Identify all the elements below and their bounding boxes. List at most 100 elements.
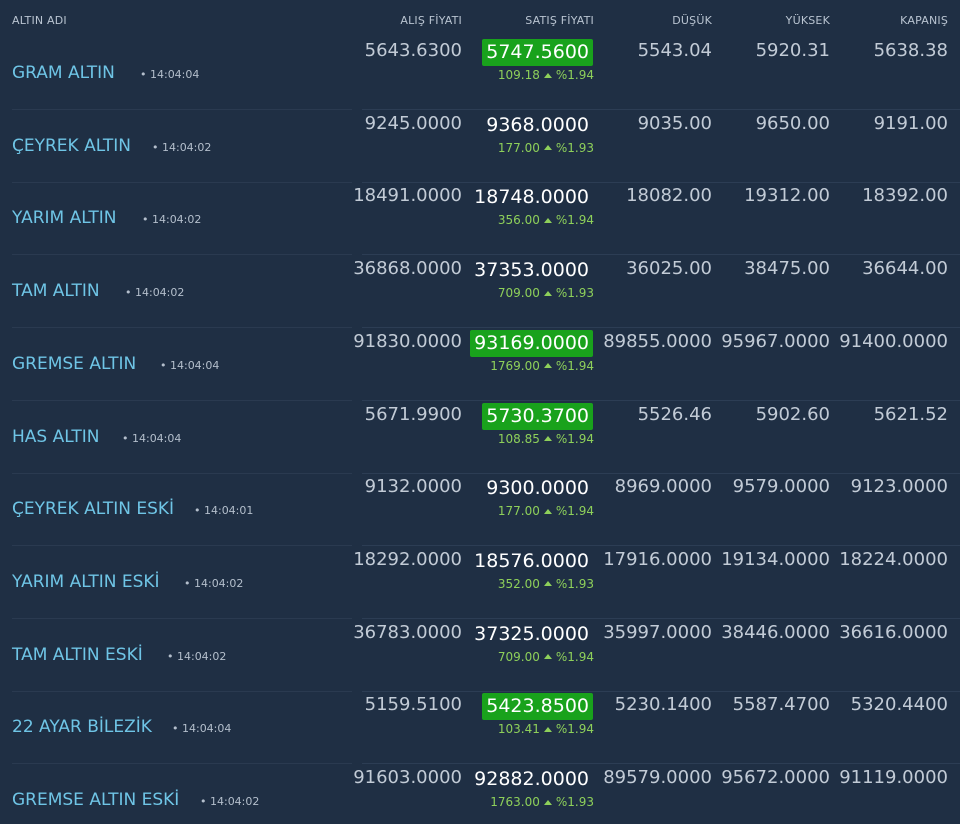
- gold-name-link[interactable]: 22 AYAR BİLEZİK: [12, 717, 152, 737]
- change-percent: %1.94: [555, 431, 594, 446]
- update-time: • 14:04:04: [122, 431, 182, 445]
- close-price: 36644.00: [862, 258, 948, 280]
- low-price: 35997.0000: [603, 621, 712, 643]
- change-percent: %1.93: [555, 286, 594, 301]
- gold-name-link[interactable]: GREMSE ALTIN: [12, 354, 136, 374]
- update-time: • 14:04:04: [172, 722, 232, 736]
- change-amount: 108.85: [497, 431, 540, 446]
- change-value: 709.00 %1.93: [498, 286, 594, 300]
- gold-name-link[interactable]: ÇEYREK ALTIN: [12, 136, 131, 156]
- table-row[interactable]: GRAM ALTIN • 14:04:04 5643.6300 5747.5600 10…: [0, 37, 960, 110]
- update-time: • 14:04:02: [152, 140, 212, 154]
- high-price: 38475.00: [744, 258, 830, 280]
- high-price: 5902.60: [755, 403, 830, 425]
- sell-price: 5423.8500: [482, 693, 593, 721]
- close-price: 5320.4400: [850, 694, 948, 716]
- sell-price: 5747.5600: [482, 39, 593, 66]
- update-time: • 14:04:02: [142, 213, 202, 227]
- up-arrow-icon: [543, 799, 552, 805]
- sell-price: 37353.0000: [474, 259, 589, 282]
- change-amount: 709.00: [497, 649, 540, 664]
- gold-name-link[interactable]: GREMSE ALTIN ESKİ: [12, 790, 179, 810]
- up-arrow-icon: [543, 145, 552, 151]
- sell-price: 9300.0000: [486, 477, 589, 500]
- buy-price: 36783.0000: [353, 621, 462, 643]
- close-price: 36616.0000: [839, 621, 948, 643]
- sell-price: 5730.3700: [482, 402, 593, 430]
- header-sell[interactable]: SATIŞ FİYATI: [525, 14, 594, 27]
- gold-name-link[interactable]: YARIM ALTIN ESKİ: [12, 572, 160, 592]
- table-row[interactable]: HAS ALTIN • 14:04:04 5671.9900 5730.3700 108…: [0, 401, 960, 474]
- update-time: • 14:04:04: [140, 68, 200, 81]
- low-price: 9035.00: [637, 112, 712, 134]
- close-price: 9123.0000: [850, 476, 948, 498]
- table-row[interactable]: TAM ALTIN • 14:04:02 36868.0000 37353.0000 7…: [0, 255, 960, 329]
- table-row[interactable]: TAM ALTIN ESKİ • 14:04:02 36783.0000 37325.…: [0, 619, 960, 692]
- change-amount: 1769.00: [490, 358, 540, 373]
- up-arrow-icon: [543, 290, 552, 296]
- up-arrow-icon: [543, 654, 552, 660]
- table-row[interactable]: GREMSE ALTIN ESKİ • 14:04:02 91603.0000 928…: [0, 764, 960, 824]
- table-row[interactable]: ÇEYREK ALTIN ESKİ • 14:04:01 9132.0000 9300…: [0, 473, 960, 547]
- change-value: 356.00 %1.94: [498, 213, 594, 227]
- low-price: 18082.00: [626, 185, 712, 207]
- up-arrow-icon: [543, 436, 552, 441]
- header-low[interactable]: DÜŞÜK: [672, 14, 712, 27]
- gold-name-link[interactable]: TAM ALTIN: [12, 281, 100, 301]
- header-buy[interactable]: ALIŞ FİYATI: [400, 14, 462, 27]
- up-arrow-icon: [543, 217, 552, 223]
- change-value: 177.00 %1.94: [498, 504, 594, 518]
- low-price: 5230.1400: [614, 694, 712, 716]
- close-price: 5638.38: [873, 40, 948, 61]
- gold-name-link[interactable]: HAS ALTIN: [12, 427, 99, 447]
- change-value: 103.41 %1.94: [498, 722, 594, 736]
- low-price: 89855.0000: [603, 330, 712, 352]
- change-amount: 177.00: [497, 504, 540, 519]
- sell-price: 18748.0000: [474, 186, 589, 209]
- up-arrow-icon: [543, 508, 552, 514]
- table-row[interactable]: YARIM ALTIN • 14:04:02 18491.0000 18748.000…: [0, 182, 960, 256]
- close-price: 9191.00: [873, 112, 948, 134]
- change-percent: %1.94: [555, 358, 594, 373]
- change-percent: %1.93: [555, 795, 594, 809]
- buy-price: 9132.0000: [364, 476, 462, 498]
- sell-price: 9368.0000: [486, 113, 589, 136]
- change-percent: %1.94: [555, 649, 594, 664]
- sell-price: 37325.0000: [474, 622, 589, 645]
- buy-price: 5159.5100: [364, 694, 462, 716]
- update-time: • 14:04:04: [160, 358, 220, 372]
- gold-name-link[interactable]: GRAM ALTIN: [12, 63, 115, 83]
- table-row[interactable]: YARIM ALTIN ESKİ • 14:04:02 18292.0000 1857…: [0, 546, 960, 619]
- change-percent: %1.94: [555, 213, 594, 228]
- close-price: 5621.52: [873, 403, 948, 425]
- sell-price: 92882.0000: [474, 768, 589, 790]
- change-percent: %1.93: [555, 576, 594, 591]
- change-amount: 103.41: [497, 722, 540, 737]
- header-high[interactable]: YÜKSEK: [786, 14, 830, 27]
- gold-name-link[interactable]: ÇEYREK ALTIN ESKİ: [12, 499, 174, 519]
- change-percent: %1.93: [555, 140, 594, 155]
- high-price: 38446.0000: [721, 621, 830, 643]
- change-value: 1769.00 %1.94: [490, 359, 594, 373]
- buy-price: 91603.0000: [353, 767, 462, 788]
- gold-name-link[interactable]: YARIM ALTIN: [12, 208, 116, 228]
- update-time: • 14:04:02: [167, 649, 227, 663]
- gold-name-link[interactable]: TAM ALTIN ESKİ: [12, 645, 143, 665]
- header-close[interactable]: KAPANIŞ: [900, 14, 948, 27]
- table-row[interactable]: ÇEYREK ALTIN • 14:04:02 9245.0000 9368.0000…: [0, 110, 960, 183]
- table-row[interactable]: 22 AYAR BİLEZİK • 14:04:04 5159.5100 5423.8…: [0, 691, 960, 765]
- change-percent: %1.94: [555, 504, 594, 519]
- update-time: • 14:04:01: [194, 504, 254, 518]
- low-price: 8969.0000: [614, 476, 712, 498]
- change-amount: 709.00: [497, 286, 540, 301]
- gold-price-board: ALTIN ADI ALIŞ FİYATI SATIŞ FİYATI DÜŞÜK…: [0, 0, 960, 824]
- buy-price: 91830.0000: [353, 330, 462, 352]
- buy-price: 5671.9900: [364, 403, 462, 425]
- change-amount: 177.00: [497, 140, 540, 155]
- up-arrow-icon: [543, 72, 552, 78]
- up-arrow-icon: [543, 363, 552, 369]
- close-price: 91400.0000: [839, 330, 948, 352]
- sell-price: 93169.0000: [470, 329, 593, 357]
- change-amount: 352.00: [497, 576, 540, 591]
- table-row[interactable]: GREMSE ALTIN • 14:04:04 91830.0000 93169.00…: [0, 328, 960, 401]
